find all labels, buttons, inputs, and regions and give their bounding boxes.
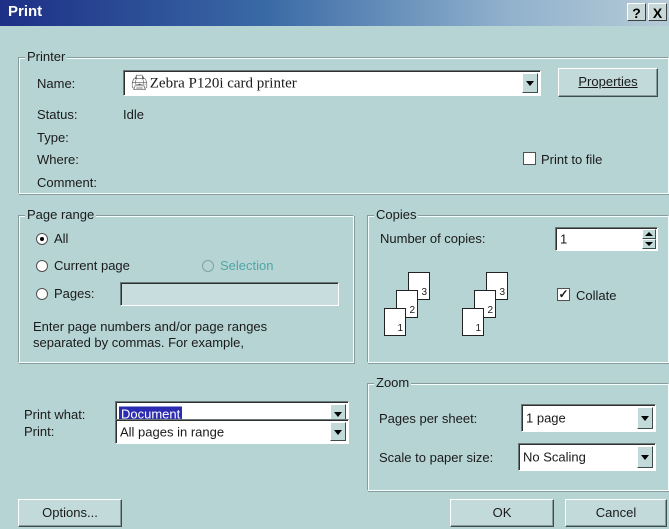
pages-input[interactable] [120, 282, 339, 306]
zoom-group-label: Zoom [374, 375, 412, 390]
current-page-radio[interactable] [36, 260, 48, 272]
status-value: Idle [123, 107, 144, 122]
print-what-label: Print what: [24, 407, 86, 422]
window-title: Print [8, 3, 43, 20]
chevron-down-icon[interactable] [330, 422, 346, 441]
comment-label: Comment: [37, 175, 97, 190]
copies-group-label: Copies [374, 207, 419, 222]
title-bar: Print ? X [0, 0, 669, 26]
printer-icon: 🖨 [130, 75, 150, 92]
selection-radio[interactable] [202, 260, 214, 272]
printer-name-value: 🖨 Zebra P120i card printer [130, 75, 297, 92]
selection-label: Selection [220, 258, 274, 273]
page-range-hint: Enter page numbers and/or page ranges se… [33, 319, 268, 350]
all-radio[interactable] [36, 233, 48, 245]
collate-checkbox[interactable]: ✓ [557, 288, 570, 301]
number-of-copies-label: Number of copies: [380, 231, 486, 246]
close-button[interactable]: X [648, 3, 667, 21]
printer-group-label: Printer [25, 49, 68, 64]
page-range-group-label: Page range [25, 207, 97, 222]
pages-label: Pages: [54, 286, 95, 301]
printer-name-label: Name: [37, 76, 76, 91]
spin-down-icon[interactable] [642, 239, 656, 249]
pages-radio[interactable] [36, 288, 48, 300]
copies-input[interactable]: 1 [555, 227, 658, 251]
where-label: Where: [37, 152, 79, 167]
chevron-down-icon[interactable] [637, 446, 653, 468]
help-button[interactable]: ? [627, 3, 646, 21]
scale-to-paper-size-label: Scale to paper size: [379, 450, 494, 465]
pages-per-sheet-select[interactable]: 1 page [521, 404, 656, 432]
all-label: All [54, 231, 69, 246]
copies-spinner[interactable] [642, 229, 656, 249]
current-page-label: Current page [54, 258, 130, 273]
collate-label: Collate [576, 288, 617, 303]
chevron-down-icon[interactable] [522, 73, 538, 93]
chevron-down-icon[interactable] [637, 407, 653, 429]
page-icon: 1 [384, 308, 406, 336]
print-to-file-checkbox[interactable] [523, 152, 536, 165]
pages-per-sheet-label: Pages per sheet: [379, 411, 478, 426]
zoom-group: Zoom [367, 375, 669, 491]
ok-button[interactable]: OK [450, 499, 554, 527]
status-label: Status: [37, 107, 78, 122]
scale-to-paper-size-select[interactable]: No Scaling [518, 443, 656, 471]
page-icon: 1 [462, 308, 484, 336]
print-select[interactable]: All pages in range [115, 419, 349, 444]
printer-name-select[interactable]: 🖨 Zebra P120i card printer [123, 70, 541, 96]
options-button[interactable]: Options... [18, 499, 122, 527]
properties-button[interactable]: Properties [558, 68, 658, 97]
cancel-button[interactable]: Cancel [565, 499, 667, 527]
print-to-file-label: Print to file [541, 152, 603, 167]
spin-up-icon[interactable] [642, 229, 656, 239]
print-label: Print: [24, 424, 55, 439]
type-label: Type: [37, 130, 69, 145]
